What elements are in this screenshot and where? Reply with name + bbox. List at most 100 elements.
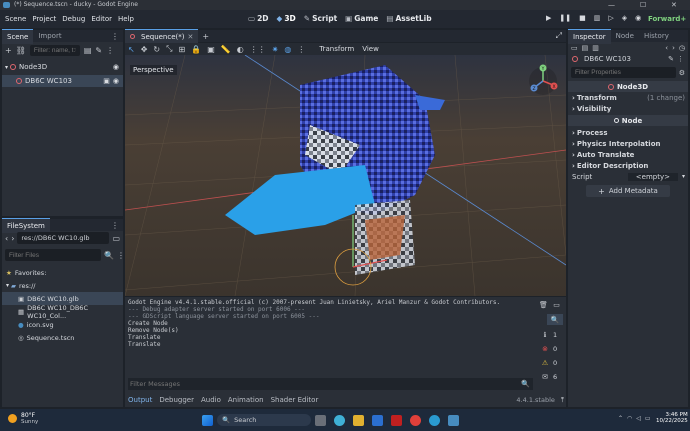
- filter-files-input[interactable]: [5, 249, 101, 261]
- filter-options-icon[interactable]: ⚙: [679, 69, 685, 77]
- menu-project[interactable]: Project: [32, 15, 56, 23]
- play-scene-icon[interactable]: ▷: [608, 14, 613, 22]
- maximize-button[interactable]: ☐: [640, 0, 646, 10]
- tab-history[interactable]: History: [639, 29, 674, 43]
- back-icon[interactable]: ‹: [5, 234, 8, 243]
- save-resource-icon[interactable]: ▥: [592, 44, 599, 52]
- workspace-2d[interactable]: ▭ 2D: [248, 14, 269, 23]
- scene-tools-icon[interactable]: ⋮: [106, 46, 114, 55]
- move-tool-icon[interactable]: ✥: [141, 45, 148, 54]
- tray-chevron-icon[interactable]: ⌃: [618, 415, 623, 422]
- task-view-icon[interactable]: [315, 414, 326, 426]
- mcafee-icon[interactable]: [391, 414, 402, 426]
- chrome-icon[interactable]: [410, 414, 421, 426]
- search-icon[interactable]: 🔍: [521, 380, 530, 388]
- dock-menu-icon[interactable]: ⋮: [111, 221, 119, 230]
- godot-taskbar-icon[interactable]: [448, 414, 459, 426]
- menu-editor[interactable]: Editor: [91, 15, 112, 23]
- new-resource-icon[interactable]: ▭: [571, 44, 578, 52]
- favorites-row[interactable]: ★ Favorites:: [2, 266, 123, 279]
- close-tab-icon[interactable]: ✕: [188, 33, 194, 41]
- section-auto-translate[interactable]: › Auto Translate: [568, 149, 688, 160]
- renderer-select[interactable]: Forward+: [648, 15, 686, 23]
- open-resource-icon[interactable]: ▤: [582, 44, 589, 52]
- root-folder-row[interactable]: ▾ ▰ res://: [2, 279, 123, 292]
- 3d-viewport[interactable]: Y X Z Perspective: [125, 55, 566, 296]
- workspace-assetlib[interactable]: ▤ AssetLib: [386, 14, 431, 23]
- section-transform[interactable]: › Transform (1 change): [568, 92, 688, 103]
- workspace-3d[interactable]: ◆ 3D: [277, 14, 296, 23]
- close-button[interactable]: ✕: [671, 0, 677, 10]
- message-filter-icon[interactable]: ✉: [537, 371, 553, 382]
- selectable-tool-icon[interactable]: ⊞: [179, 45, 186, 54]
- file-row[interactable]: ▦ DB6C WC10_DB6C WC10_Col...: [2, 304, 123, 320]
- add-metadata-button[interactable]: + Add Metadata: [586, 185, 670, 197]
- filter-properties-input[interactable]: [571, 67, 676, 78]
- copy-icon[interactable]: ▭: [550, 299, 563, 310]
- attach-script-icon[interactable]: ✎: [95, 46, 102, 55]
- tab-animation[interactable]: Animation: [228, 396, 264, 404]
- filter-messages-input[interactable]: [128, 380, 522, 388]
- new-tab-icon[interactable]: +: [202, 32, 209, 41]
- search-icon[interactable]: 🔍: [547, 314, 563, 325]
- pause-icon[interactable]: ❚❚: [559, 14, 571, 22]
- expand-panel-icon[interactable]: ⤒: [561, 396, 564, 405]
- script-value-field[interactable]: <empty>: [627, 172, 678, 181]
- movie-maker-icon[interactable]: ◉: [635, 14, 641, 22]
- tab-inspector[interactable]: Inspector: [568, 28, 611, 44]
- ruler-icon[interactable]: 📏: [221, 45, 231, 54]
- select-tool-icon[interactable]: ↖: [128, 45, 135, 54]
- file-row[interactable]: ● icon.svg: [2, 318, 123, 331]
- tab-sequence[interactable]: Sequence(*) ✕: [125, 28, 199, 44]
- filter-options-icon[interactable]: ▤: [84, 46, 92, 55]
- section-visibility[interactable]: › Visibility: [568, 103, 688, 114]
- fs-menu-icon[interactable]: ⋮: [117, 251, 125, 260]
- tab-import[interactable]: Import: [33, 29, 66, 43]
- tab-scene[interactable]: Scene: [2, 28, 34, 44]
- tab-debugger[interactable]: Debugger: [159, 396, 194, 404]
- path-field[interactable]: res://DB6C WC10.glb: [17, 232, 110, 244]
- link-icon[interactable]: ⛓: [16, 46, 26, 55]
- environment-preview-icon[interactable]: ◍: [284, 45, 291, 54]
- rotate-tool-icon[interactable]: ↻: [153, 45, 160, 54]
- file-row[interactable]: ◎ Sequence.tscn: [2, 331, 123, 344]
- section-physics-interpolation[interactable]: › Physics Interpolation: [568, 138, 688, 149]
- object-history-icon[interactable]: ◷: [679, 44, 685, 52]
- dock-menu-icon[interactable]: ⋮: [111, 32, 119, 41]
- history-back-icon[interactable]: ‹: [665, 44, 668, 52]
- menu-help[interactable]: Help: [118, 15, 134, 23]
- warning-filter-icon[interactable]: ⚠: [537, 357, 553, 368]
- taskbar-search-box[interactable]: 🔍 Search: [217, 414, 311, 426]
- edge-icon[interactable]: [429, 414, 440, 426]
- collapse-arrow-icon[interactable]: ▾: [5, 64, 8, 71]
- start-menu-icon[interactable]: [202, 414, 213, 426]
- distraction-free-icon[interactable]: ⤢: [556, 31, 562, 41]
- info-filter-icon[interactable]: ℹ: [537, 329, 553, 340]
- volume-icon[interactable]: ◁: [636, 415, 641, 422]
- group-icon[interactable]: ▣: [207, 45, 215, 54]
- stop-icon[interactable]: ■: [579, 14, 586, 22]
- workspace-game[interactable]: ▣ Game: [345, 14, 378, 23]
- tab-audio[interactable]: Audio: [201, 396, 221, 404]
- scene-filter-input[interactable]: [29, 44, 80, 56]
- sun-preview-icon[interactable]: ✷: [272, 45, 279, 54]
- forward-icon[interactable]: ›: [11, 234, 14, 243]
- tab-filesystem[interactable]: FileSystem: [2, 217, 50, 233]
- lock-icon[interactable]: 🔒: [191, 45, 201, 54]
- collapse-arrow-icon[interactable]: ▾: [6, 282, 9, 289]
- minimize-button[interactable]: —: [608, 0, 615, 10]
- history-forward-icon[interactable]: ›: [672, 44, 675, 52]
- inspector-menu-icon[interactable]: ⋮: [677, 55, 684, 63]
- section-process[interactable]: › Process: [568, 127, 688, 138]
- error-filter-icon[interactable]: ⊗: [537, 343, 553, 354]
- tree-row-node3d[interactable]: ▾ Node3D ◉: [2, 61, 123, 73]
- wifi-icon[interactable]: ◠: [627, 415, 632, 422]
- transform-menu[interactable]: Transform: [319, 45, 354, 53]
- menu-debug[interactable]: Debug: [62, 15, 85, 23]
- play-icon[interactable]: ▶: [546, 14, 551, 22]
- battery-icon[interactable]: ▭: [645, 415, 651, 422]
- file-explorer-icon[interactable]: [353, 414, 364, 426]
- weather-widget[interactable]: 80°F Sunny: [8, 412, 38, 425]
- viewport-menu-icon[interactable]: ⋮: [297, 45, 305, 54]
- visibility-eye-icon[interactable]: ◉: [113, 63, 119, 71]
